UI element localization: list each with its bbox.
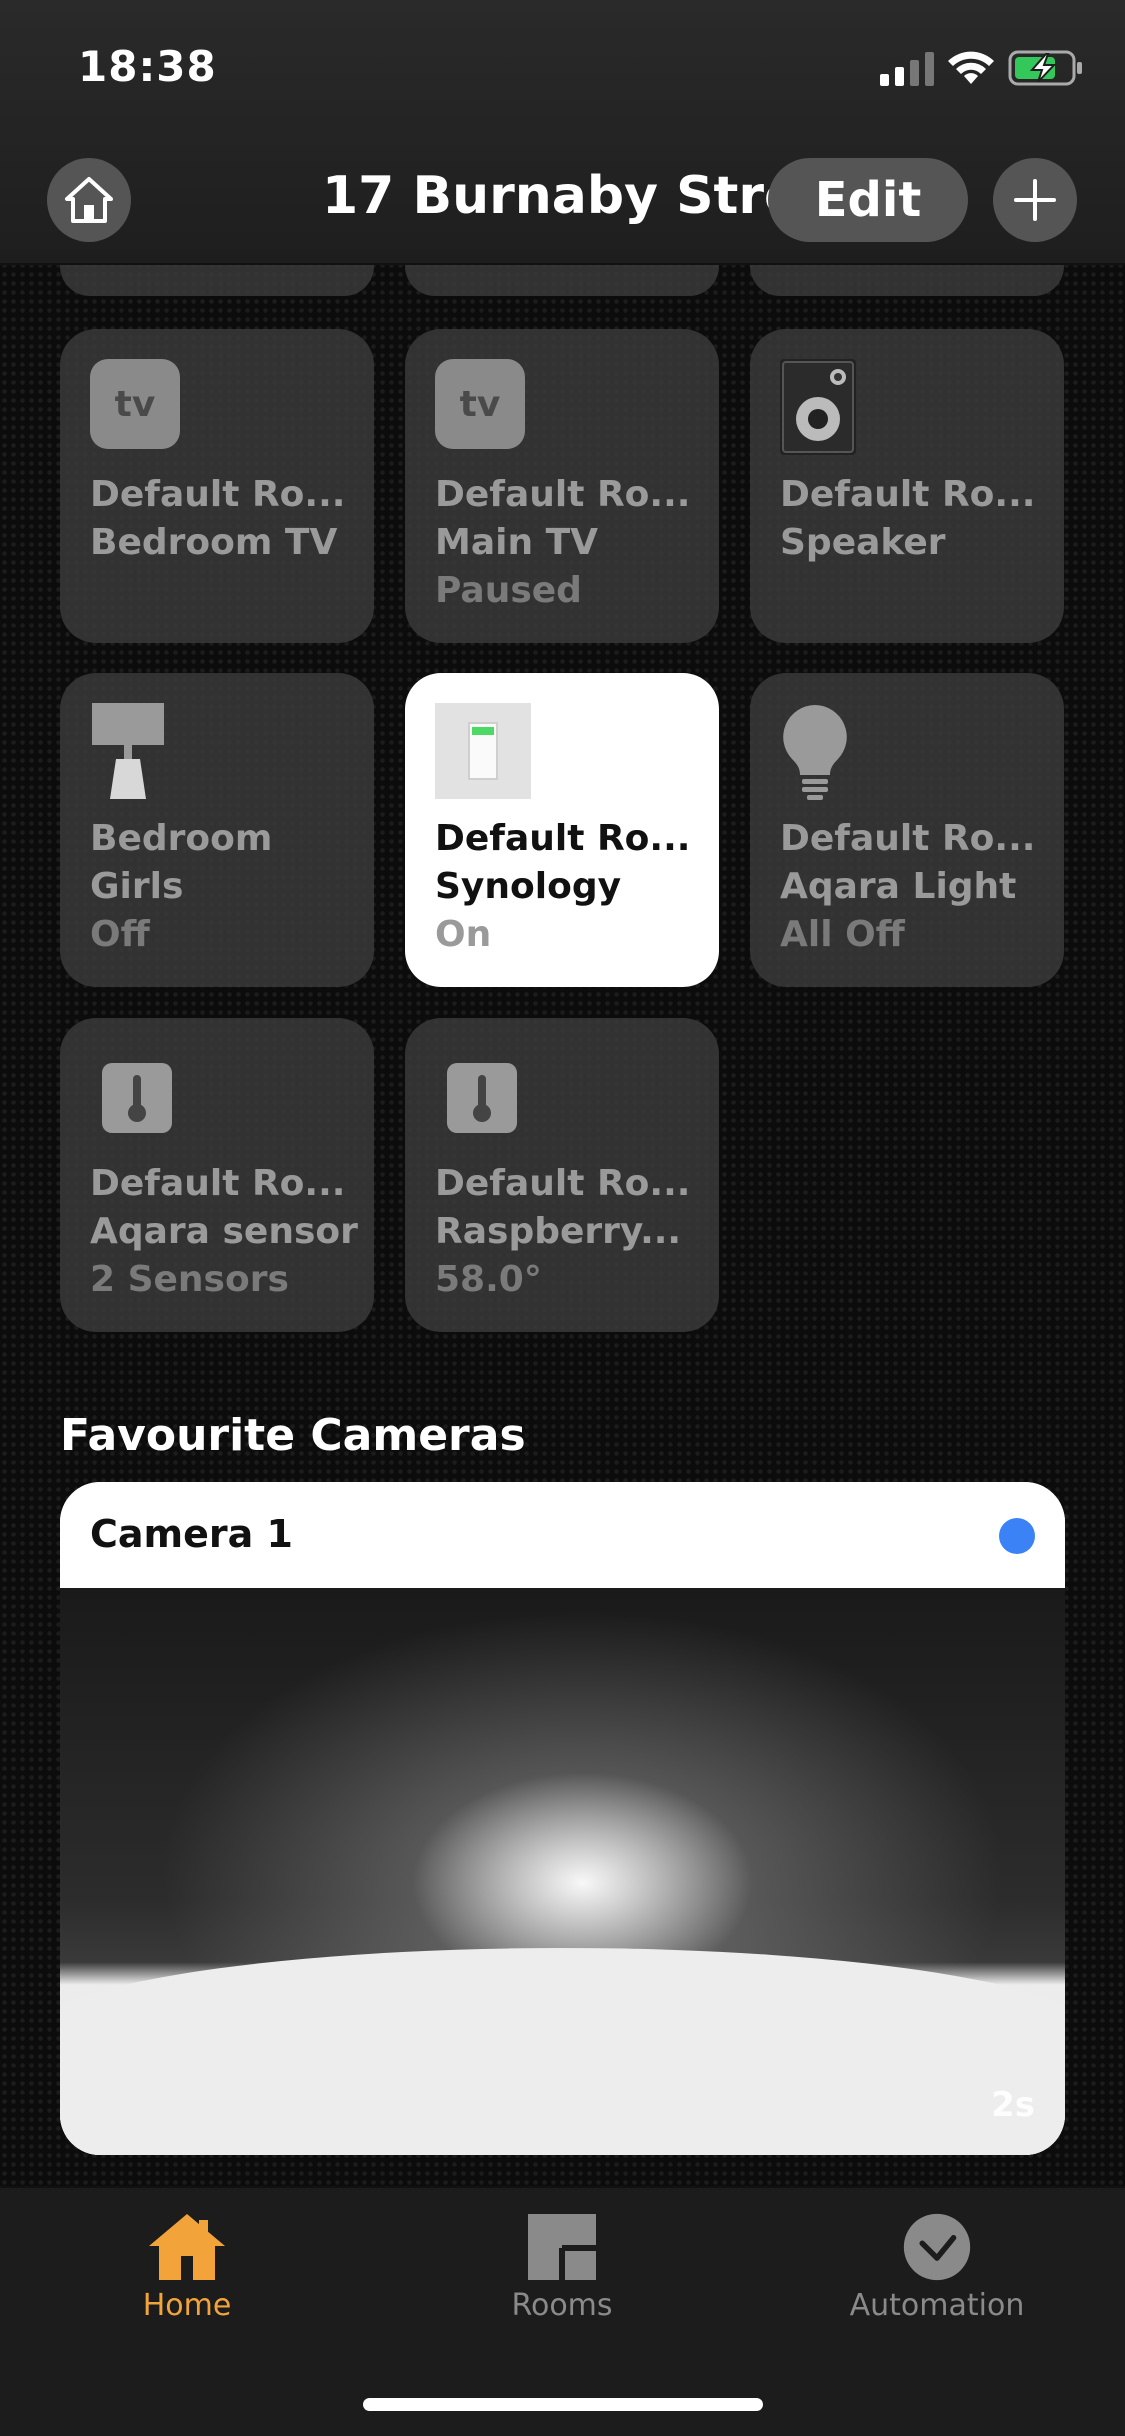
apple-tv-icon: tv <box>90 359 180 449</box>
apple-tv-icon-label: tv <box>459 383 501 425</box>
home-indicator[interactable] <box>363 2398 763 2411</box>
tab-rooms-label: Rooms <box>511 2288 613 2323</box>
house-icon <box>65 177 113 223</box>
battery-charging-icon <box>1008 50 1082 86</box>
tab-home[interactable]: Home <box>57 2212 317 2323</box>
tile-status: All Off <box>780 914 905 955</box>
camera-status-dot <box>999 1518 1035 1554</box>
clock-check-icon <box>903 2213 971 2281</box>
add-button[interactable] <box>993 158 1077 242</box>
camera-name: Camera 1 <box>90 1512 293 1556</box>
accessory-tile-speaker[interactable]: Default Ro... Speaker <box>750 329 1064 643</box>
tile-accessory-name: Main TV <box>435 522 599 563</box>
tile-accessory-name: Synology <box>435 866 622 907</box>
apple-tv-icon-label: tv <box>114 383 156 425</box>
tile-status: 2 Sensors <box>90 1259 289 1300</box>
tile-room-name: Default Ro... <box>90 474 346 515</box>
tile-room-name: Bedroom <box>90 818 273 859</box>
accessory-tile-synology[interactable]: Default Ro... Synology On <box>405 673 719 987</box>
camera-snapshot[interactable]: 2s <box>60 1588 1065 2155</box>
accessory-tile-bedroom-tv[interactable]: tv Default Ro... Bedroom TV <box>60 329 374 643</box>
tile-status: 58.0° <box>435 1259 542 1300</box>
plus-icon <box>1014 179 1056 221</box>
wifi-icon <box>948 51 994 84</box>
tile-status: Paused <box>435 570 582 611</box>
tab-rooms[interactable]: Rooms <box>432 2212 692 2323</box>
camera-card[interactable]: Camera 1 2s <box>60 1482 1065 2155</box>
tile-room-name: Default Ro... <box>435 1163 691 1204</box>
tile-status: On <box>435 914 492 955</box>
tab-home-label: Home <box>142 2288 232 2323</box>
home-settings-button[interactable] <box>47 158 131 242</box>
tab-automation[interactable]: Automation <box>807 2212 1067 2323</box>
accessory-tile-aqara-sensor[interactable]: Default Ro... Aqara sensor 2 Sensors <box>60 1018 374 1332</box>
navigation-header: 18:38 17 Burnaby Street Edit <box>0 0 1125 265</box>
tile-status: Off <box>90 914 150 955</box>
tile-accessory-name: Aqara Light <box>780 866 1017 907</box>
camera-snapshot-ground <box>60 1948 1065 2155</box>
cellular-signal-icon <box>880 52 934 86</box>
camera-header: Camera 1 <box>60 1482 1065 1588</box>
rooms-icon <box>528 2214 596 2280</box>
accessory-tile-bedroom-girls[interactable]: Bedroom Girls Off <box>60 673 374 987</box>
lamp-icon <box>92 703 164 799</box>
tile-room-name: Default Ro... <box>90 1163 346 1204</box>
accessory-tile-aqara-light[interactable]: Default Ro... Aqara Light All Off <box>750 673 1064 987</box>
house-icon <box>149 2214 225 2280</box>
tile-accessory-name: Aqara sensor <box>90 1211 358 1252</box>
edit-button[interactable]: Edit <box>768 158 968 242</box>
tile-accessory-name: Speaker <box>780 522 946 563</box>
accessory-tile-raspberry[interactable]: Default Ro... Raspberry... 58.0° <box>405 1018 719 1332</box>
tile-room-name: Default Ro... <box>780 474 1036 515</box>
tile-room-name: Default Ro... <box>435 474 691 515</box>
tile-accessory-name: Girls <box>90 866 184 907</box>
apple-tv-icon: tv <box>435 359 525 449</box>
tile-accessory-name: Bedroom TV <box>90 522 338 563</box>
thermometer-icon <box>447 1063 517 1133</box>
tab-automation-label: Automation <box>849 2288 1025 2323</box>
thermometer-icon <box>102 1063 172 1133</box>
accessory-tile-main-tv[interactable]: tv Default Ro... Main TV Paused <box>405 329 719 643</box>
tile-room-name: Default Ro... <box>435 818 691 859</box>
status-time: 18:38 <box>78 42 217 91</box>
lightbulb-icon <box>783 705 847 800</box>
tile-accessory-name: Raspberry... <box>435 1211 682 1252</box>
tile-room-name: Default Ro... <box>780 818 1036 859</box>
camera-snapshot-age: 2s <box>991 2085 1035 2125</box>
switch-icon <box>435 703 531 799</box>
favourite-cameras-heading: Favourite Cameras <box>60 1410 526 1461</box>
speaker-icon <box>780 359 856 455</box>
